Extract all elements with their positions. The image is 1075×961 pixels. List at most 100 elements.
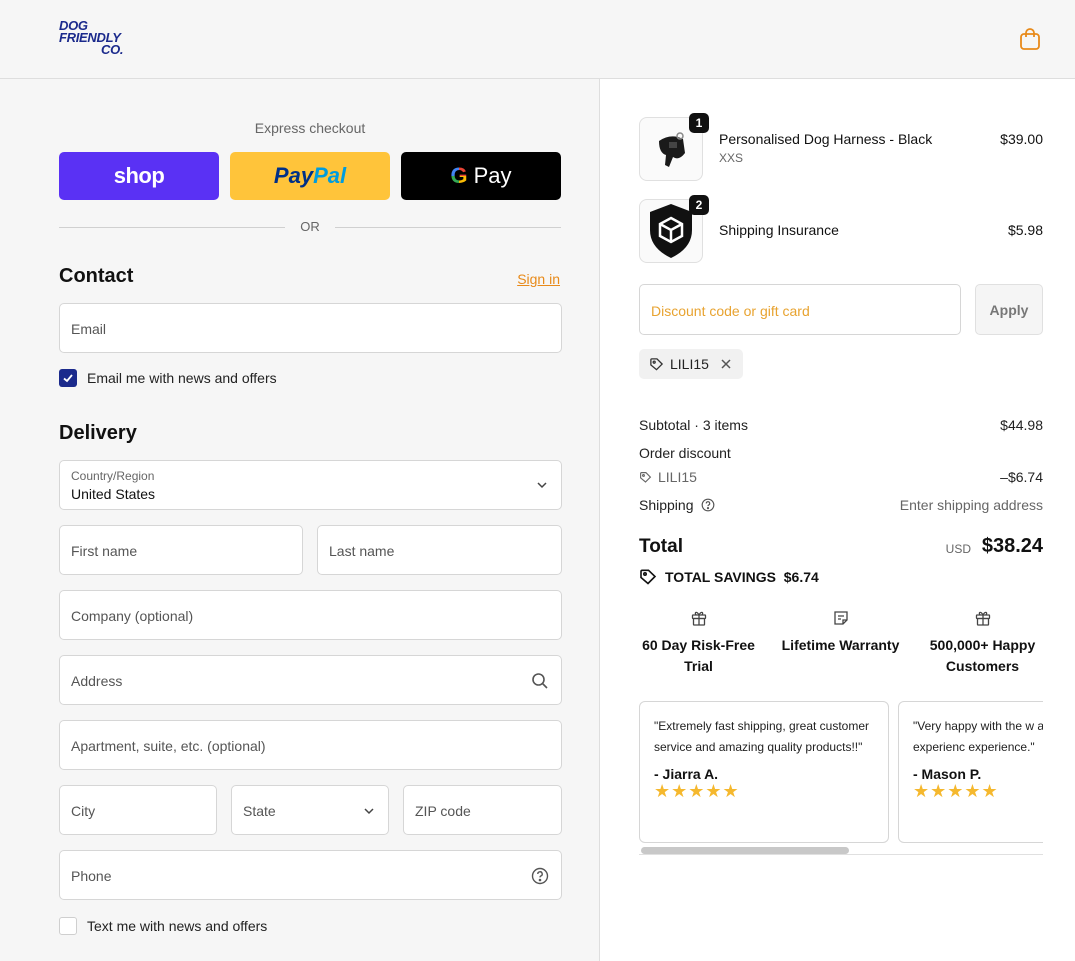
discount-code-input[interactable]: Discount code or gift card: [639, 284, 961, 335]
apply-button[interactable]: Apply: [975, 284, 1043, 335]
shopping-bag-icon[interactable]: [1019, 27, 1041, 51]
city-placeholder: City: [71, 803, 96, 819]
help-circle-icon[interactable]: [701, 498, 715, 512]
review-author: - Mason P.: [913, 766, 982, 782]
star-rating: ★★★★★: [913, 781, 999, 801]
perk-line-1: 60 Day Risk-Free: [642, 637, 755, 653]
item-price: $5.98: [1007, 222, 1043, 238]
address-field[interactable]: Address: [59, 655, 562, 705]
applied-discount-tag: LILI15: [639, 349, 743, 379]
discount-code-row: LILI15 –$6.74: [639, 469, 1043, 487]
country-select[interactable]: Country/Region United States: [59, 460, 562, 510]
contact-title: Contact: [59, 265, 134, 287]
order-discount-row: Order discount: [639, 445, 1043, 461]
email-placeholder: Email: [71, 321, 107, 337]
header: DOG FRIENDLY CO.: [0, 0, 1075, 79]
shipping-label: Shipping: [639, 497, 694, 513]
email-news-checkbox-row[interactable]: Email me with news and offers: [59, 369, 277, 387]
google-pay-label: Pay: [473, 163, 512, 188]
gift-icon: [975, 611, 990, 626]
help-circle-icon[interactable]: [531, 867, 549, 885]
scrollbar-thumb[interactable]: [641, 847, 849, 854]
order-summary-panel: 1 Personalised Dog Harness - Black XXS $…: [601, 79, 1075, 961]
shipping-value: Enter shipping address: [899, 497, 1043, 513]
text-news-checkbox[interactable]: [59, 917, 77, 935]
paypal-button[interactable]: Pay Pal: [230, 152, 390, 200]
phone-field[interactable]: Phone: [59, 850, 562, 900]
apartment-placeholder: Apartment, suite, etc. (optional): [71, 738, 266, 754]
country-label: Country/Region: [71, 469, 155, 483]
perk-risk-free-trial: 60 Day Risk-Free Trial: [631, 609, 766, 677]
email-field[interactable]: Email: [59, 303, 562, 353]
perk-lifetime-warranty: Lifetime Warranty: [773, 609, 908, 656]
email-news-checkbox[interactable]: [59, 369, 77, 387]
item-price: $39.00: [1000, 131, 1043, 147]
shop-pay-label: shop: [113, 163, 165, 188]
discount-placeholder: Discount code or gift card: [651, 303, 810, 319]
review-author: - Jiarra A.: [654, 766, 719, 782]
shipping-row: Shipping Enter shipping address: [639, 497, 1043, 513]
chevron-down-icon: [537, 482, 547, 489]
state-select[interactable]: State: [231, 785, 389, 835]
apartment-field[interactable]: Apartment, suite, etc. (optional): [59, 720, 562, 770]
shop-pay-button[interactable]: shop: [59, 152, 219, 200]
reviews-carousel[interactable]: "Extremely fast shipping, great customer…: [639, 701, 1043, 861]
first-name-field[interactable]: First name: [59, 525, 303, 575]
paypal-label-pay: Pay: [273, 163, 314, 188]
or-divider: OR: [59, 219, 561, 237]
address-placeholder: Address: [71, 673, 123, 689]
quantity-badge: 1: [689, 113, 709, 133]
shipping-label-wrap: Shipping: [639, 497, 715, 513]
carousel-scrollbar[interactable]: [639, 847, 1043, 855]
checkmark-icon: [63, 374, 73, 383]
subtotal-value: $44.98: [1000, 417, 1043, 433]
perk-line-1: Lifetime Warranty: [781, 637, 900, 653]
city-field[interactable]: City: [59, 785, 217, 835]
item-name: Personalised Dog Harness - Black: [719, 131, 933, 147]
delivery-title: Delivery: [59, 422, 137, 444]
text-news-checkbox-row[interactable]: Text me with news and offers: [59, 917, 267, 935]
review-card: "Very happy with the w and shipping expe…: [898, 701, 1043, 843]
logo-line-3: CO.: [101, 42, 124, 57]
star-rating: ★★★★★: [654, 781, 740, 801]
checkout-form-panel: Express checkout shop Pay Pal G Pay OR Con…: [0, 79, 600, 961]
tag-icon: [640, 569, 657, 585]
company-placeholder: Company (optional): [71, 608, 194, 624]
google-g-icon: G: [450, 163, 468, 188]
discount-value: –$6.74: [1000, 469, 1043, 485]
paypal-label-pal: Pal: [313, 163, 347, 188]
tag-icon: [640, 471, 652, 483]
close-icon[interactable]: [719, 357, 733, 371]
savings-value: $6.74: [783, 569, 819, 585]
gift-icon: [691, 611, 706, 626]
state-placeholder: State: [243, 803, 276, 819]
savings-label: TOTAL SAVINGS: [665, 569, 776, 585]
company-field[interactable]: Company (optional): [59, 590, 562, 640]
brand-logo[interactable]: DOG FRIENDLY CO.: [59, 19, 139, 57]
email-news-label: Email me with news and offers: [87, 370, 277, 386]
subtotal-label: Subtotal · 3 items: [639, 417, 748, 433]
quantity-badge: 2: [689, 195, 709, 215]
cart-item: 2 Shipping Insurance $5.98: [639, 195, 1043, 263]
discount-code-label: LILI15: [658, 469, 697, 485]
item-name: Shipping Insurance: [719, 222, 839, 238]
last-name-field[interactable]: Last name: [317, 525, 562, 575]
applied-code: LILI15: [670, 356, 709, 372]
chevron-down-icon: [364, 808, 374, 815]
zip-field[interactable]: ZIP code: [403, 785, 562, 835]
review-quote: "Very happy with the w and shipping expe…: [913, 719, 1043, 754]
divider-line-right: [335, 227, 561, 228]
text-news-label: Text me with news and offers: [87, 918, 268, 934]
perk-line-1: 500,000+ Happy: [929, 637, 1036, 653]
tag-icon: [650, 357, 664, 371]
item-variant: XXS: [719, 151, 744, 165]
note-icon: [833, 611, 848, 625]
phone-placeholder: Phone: [71, 868, 112, 884]
total-currency: USD: [945, 542, 971, 556]
total-savings: TOTAL SAVINGS $6.74: [639, 568, 819, 586]
total-label: Total: [639, 536, 683, 557]
search-icon[interactable]: [531, 672, 549, 690]
sign-in-link[interactable]: Sign in: [517, 271, 560, 287]
google-pay-button[interactable]: G Pay: [401, 152, 561, 200]
discount-code-line: LILI15: [639, 469, 697, 485]
